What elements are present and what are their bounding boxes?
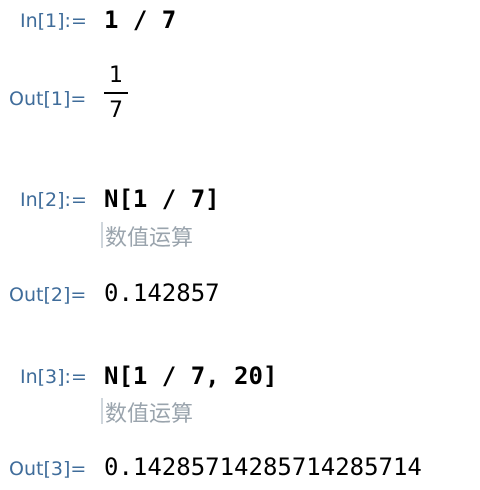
input-cell-1[interactable]: 1 / 7 xyxy=(104,6,176,34)
fraction-numerator: 1 xyxy=(109,63,123,88)
suggestion-bracket xyxy=(101,398,103,424)
suggestion-numeric-evaluation-3[interactable]: 数值运算 xyxy=(101,396,193,428)
output-cell-3: 0.14285714285714285714 xyxy=(104,453,422,481)
output-fraction-1: 1 7 xyxy=(104,63,128,124)
fraction-bar xyxy=(104,92,128,94)
output-label-2: Out[2]= xyxy=(9,284,87,306)
input-label-2: In[2]:= xyxy=(20,189,87,211)
suggestion-numeric-evaluation-2[interactable]: 数值运算 xyxy=(101,220,193,252)
suggestion-label: 数值运算 xyxy=(105,402,194,427)
output-label-3: Out[3]= xyxy=(9,458,87,480)
fraction-denominator: 7 xyxy=(109,98,123,123)
output-cell-2: 0.142857 xyxy=(104,279,220,307)
suggestion-label: 数值运算 xyxy=(105,226,194,251)
input-cell-3[interactable]: N[1 / 7, 20] xyxy=(104,362,277,390)
suggestion-bracket xyxy=(101,222,103,248)
input-cell-2[interactable]: N[1 / 7] xyxy=(104,185,220,213)
input-label-1: In[1]:= xyxy=(20,10,87,32)
input-label-3: In[3]:= xyxy=(20,366,87,388)
output-label-1: Out[1]= xyxy=(9,88,87,110)
